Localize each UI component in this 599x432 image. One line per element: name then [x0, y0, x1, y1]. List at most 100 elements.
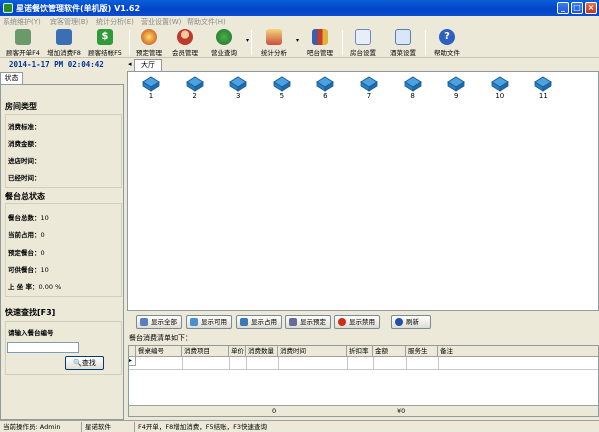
- menu-guest[interactable]: 宾客管理(B): [50, 17, 88, 27]
- search-icon: 🔍: [73, 359, 82, 367]
- row-indicator: ▸: [129, 357, 136, 366]
- consume-list-caption: 餐台消费清单如下：: [129, 334, 192, 342]
- show-disabled-button[interactable]: 显示禁用: [334, 315, 380, 329]
- stop-icon: [338, 318, 346, 326]
- chevron-down-icon[interactable]: ▾: [296, 37, 299, 44]
- refresh-button[interactable]: 刷新: [391, 315, 431, 329]
- table-icon-1[interactable]: 1: [138, 76, 164, 100]
- table-number-label: 9: [453, 92, 459, 100]
- grid-line: [129, 369, 598, 370]
- table-icon-8[interactable]: 8: [400, 76, 426, 100]
- table-number-label: 2: [192, 92, 197, 100]
- member-button[interactable]: 会员管理: [169, 28, 201, 57]
- col-discount[interactable]: 折扣率: [347, 346, 373, 357]
- reserve-button[interactable]: 预定管理: [133, 28, 165, 57]
- menu-settings-button[interactable]: 酒菜设置: [386, 28, 420, 57]
- col-table-no[interactable]: 餐桌编号: [136, 346, 182, 357]
- table-number-input[interactable]: [7, 342, 79, 353]
- dining-table-icon: [185, 76, 204, 92]
- table-icon-10[interactable]: 10: [487, 76, 513, 100]
- chevron-left-icon[interactable]: ◂: [128, 60, 132, 68]
- table-number-label: 8: [410, 92, 415, 100]
- grid-line: [406, 357, 407, 369]
- title-bar: 星诺餐饮管理软件(单机版) V1.62 _ □ ×: [0, 0, 599, 16]
- col-waiter[interactable]: 服务生: [406, 346, 438, 357]
- table-icon-7[interactable]: 7: [356, 76, 382, 100]
- window-icon: [395, 29, 411, 45]
- col-time[interactable]: 消费时间: [278, 346, 347, 357]
- add-consume-icon: [56, 29, 72, 45]
- left-panel: 房间类型 消费标准： 消费金额： 进店时间： 已经时间： 餐台总状态 餐台总数：…: [0, 84, 124, 420]
- table-icon-2[interactable]: 2: [182, 76, 208, 100]
- tab-status[interactable]: 状态: [0, 72, 23, 84]
- search-button[interactable]: 🔍查找: [65, 356, 104, 370]
- statistics-icon: [266, 29, 282, 45]
- show-reserved-button[interactable]: 显示预定: [285, 315, 331, 329]
- table-icon: [190, 318, 198, 326]
- dining-table-icon: [272, 76, 291, 92]
- stat-occupancy-rate: 上 坐 率：0.00 %: [8, 283, 62, 291]
- status-operator: 当前操作员: Admin: [0, 422, 82, 432]
- menu-business-settings[interactable]: 营业设置(W): [141, 17, 181, 27]
- table-number-label: 6: [323, 92, 328, 100]
- footer-amount-total: ¥0: [397, 407, 406, 415]
- bar-manage-button[interactable]: 吧台管理: [302, 28, 338, 57]
- menu-help[interactable]: 帮助文件(H): [187, 17, 226, 27]
- dollar-icon: $: [97, 29, 113, 45]
- room-settings-button[interactable]: 房台设置: [346, 28, 380, 57]
- show-all-button[interactable]: 显示全部: [136, 315, 182, 329]
- menu-system[interactable]: 系统维护(Y): [3, 17, 41, 27]
- datetime-display: 2014-1-17 PM 02:04:42: [9, 60, 104, 69]
- stat-available: 可供餐台：10: [8, 266, 49, 274]
- checkout-button[interactable]: $ 顾客结帐F5: [85, 28, 125, 57]
- grid-line: [182, 357, 183, 369]
- col-qty[interactable]: 消费数量: [246, 346, 278, 357]
- menu-statistics[interactable]: 统计分析(E): [96, 17, 134, 27]
- table-number-label: 10: [495, 92, 505, 100]
- grid-footer: 0 ¥0: [129, 405, 598, 416]
- open-table-button[interactable]: 顾客开单F4: [3, 28, 43, 57]
- dining-table-icon: [403, 76, 422, 92]
- table-icon-3[interactable]: 3: [225, 76, 251, 100]
- add-consume-button[interactable]: 增加消费F8: [44, 28, 84, 57]
- dining-table-icon: [142, 76, 160, 92]
- table-number-label: 11: [538, 92, 548, 100]
- toolbar-separator: [425, 30, 426, 55]
- business-query-icon: [216, 29, 232, 45]
- tab-hall[interactable]: 大厅: [134, 59, 162, 71]
- table-icon-11[interactable]: 11: [530, 76, 556, 100]
- refresh-icon: [395, 318, 403, 326]
- table-number-label: 1: [148, 92, 154, 100]
- table-status-title: 餐台总状态: [5, 192, 45, 201]
- help-button[interactable]: ? 帮助文件: [430, 28, 464, 57]
- room-type-title: 房间类型: [5, 102, 37, 111]
- chevron-down-icon[interactable]: ▾: [246, 37, 249, 44]
- minimize-button[interactable]: _: [557, 2, 569, 14]
- room-type-group: 消费标准： 消费金额： 进店时间： 已经时间：: [5, 114, 122, 188]
- dining-table-icon: [316, 76, 335, 92]
- business-query-button[interactable]: 营业查询 ▾: [206, 28, 249, 57]
- col-amount[interactable]: 金额: [373, 346, 406, 357]
- col-item[interactable]: 消费项目: [182, 346, 229, 357]
- show-available-button[interactable]: 显示可用: [186, 315, 232, 329]
- maximize-button[interactable]: □: [571, 2, 583, 14]
- table-icon-6[interactable]: 6: [312, 76, 338, 100]
- close-button[interactable]: ×: [585, 2, 597, 14]
- status-hint: F4开单，F8增加消费，F5结账，F3快速查询: [138, 423, 267, 431]
- grid-line: [246, 357, 247, 369]
- field-label: 已经时间：: [8, 174, 41, 182]
- dining-table-icon: [229, 76, 248, 92]
- reserve-icon: [141, 29, 157, 45]
- col-price[interactable]: 单价: [229, 346, 246, 357]
- window-title: 星诺餐饮管理软件(单机版) V1.62: [16, 4, 141, 13]
- col-remark[interactable]: 备注: [438, 346, 598, 357]
- table-number-label: 7: [366, 92, 372, 100]
- document-icon: [355, 29, 371, 45]
- statistics-button[interactable]: 统计分析 ▾: [256, 28, 299, 57]
- dining-table-icon: [490, 76, 509, 92]
- table-icon-9[interactable]: 9: [443, 76, 469, 100]
- table-icon: [240, 318, 248, 326]
- table-icon-5[interactable]: 5: [269, 76, 295, 100]
- show-occupied-button[interactable]: 显示占用: [236, 315, 282, 329]
- stat-reserved: 预定餐台：0: [8, 249, 45, 257]
